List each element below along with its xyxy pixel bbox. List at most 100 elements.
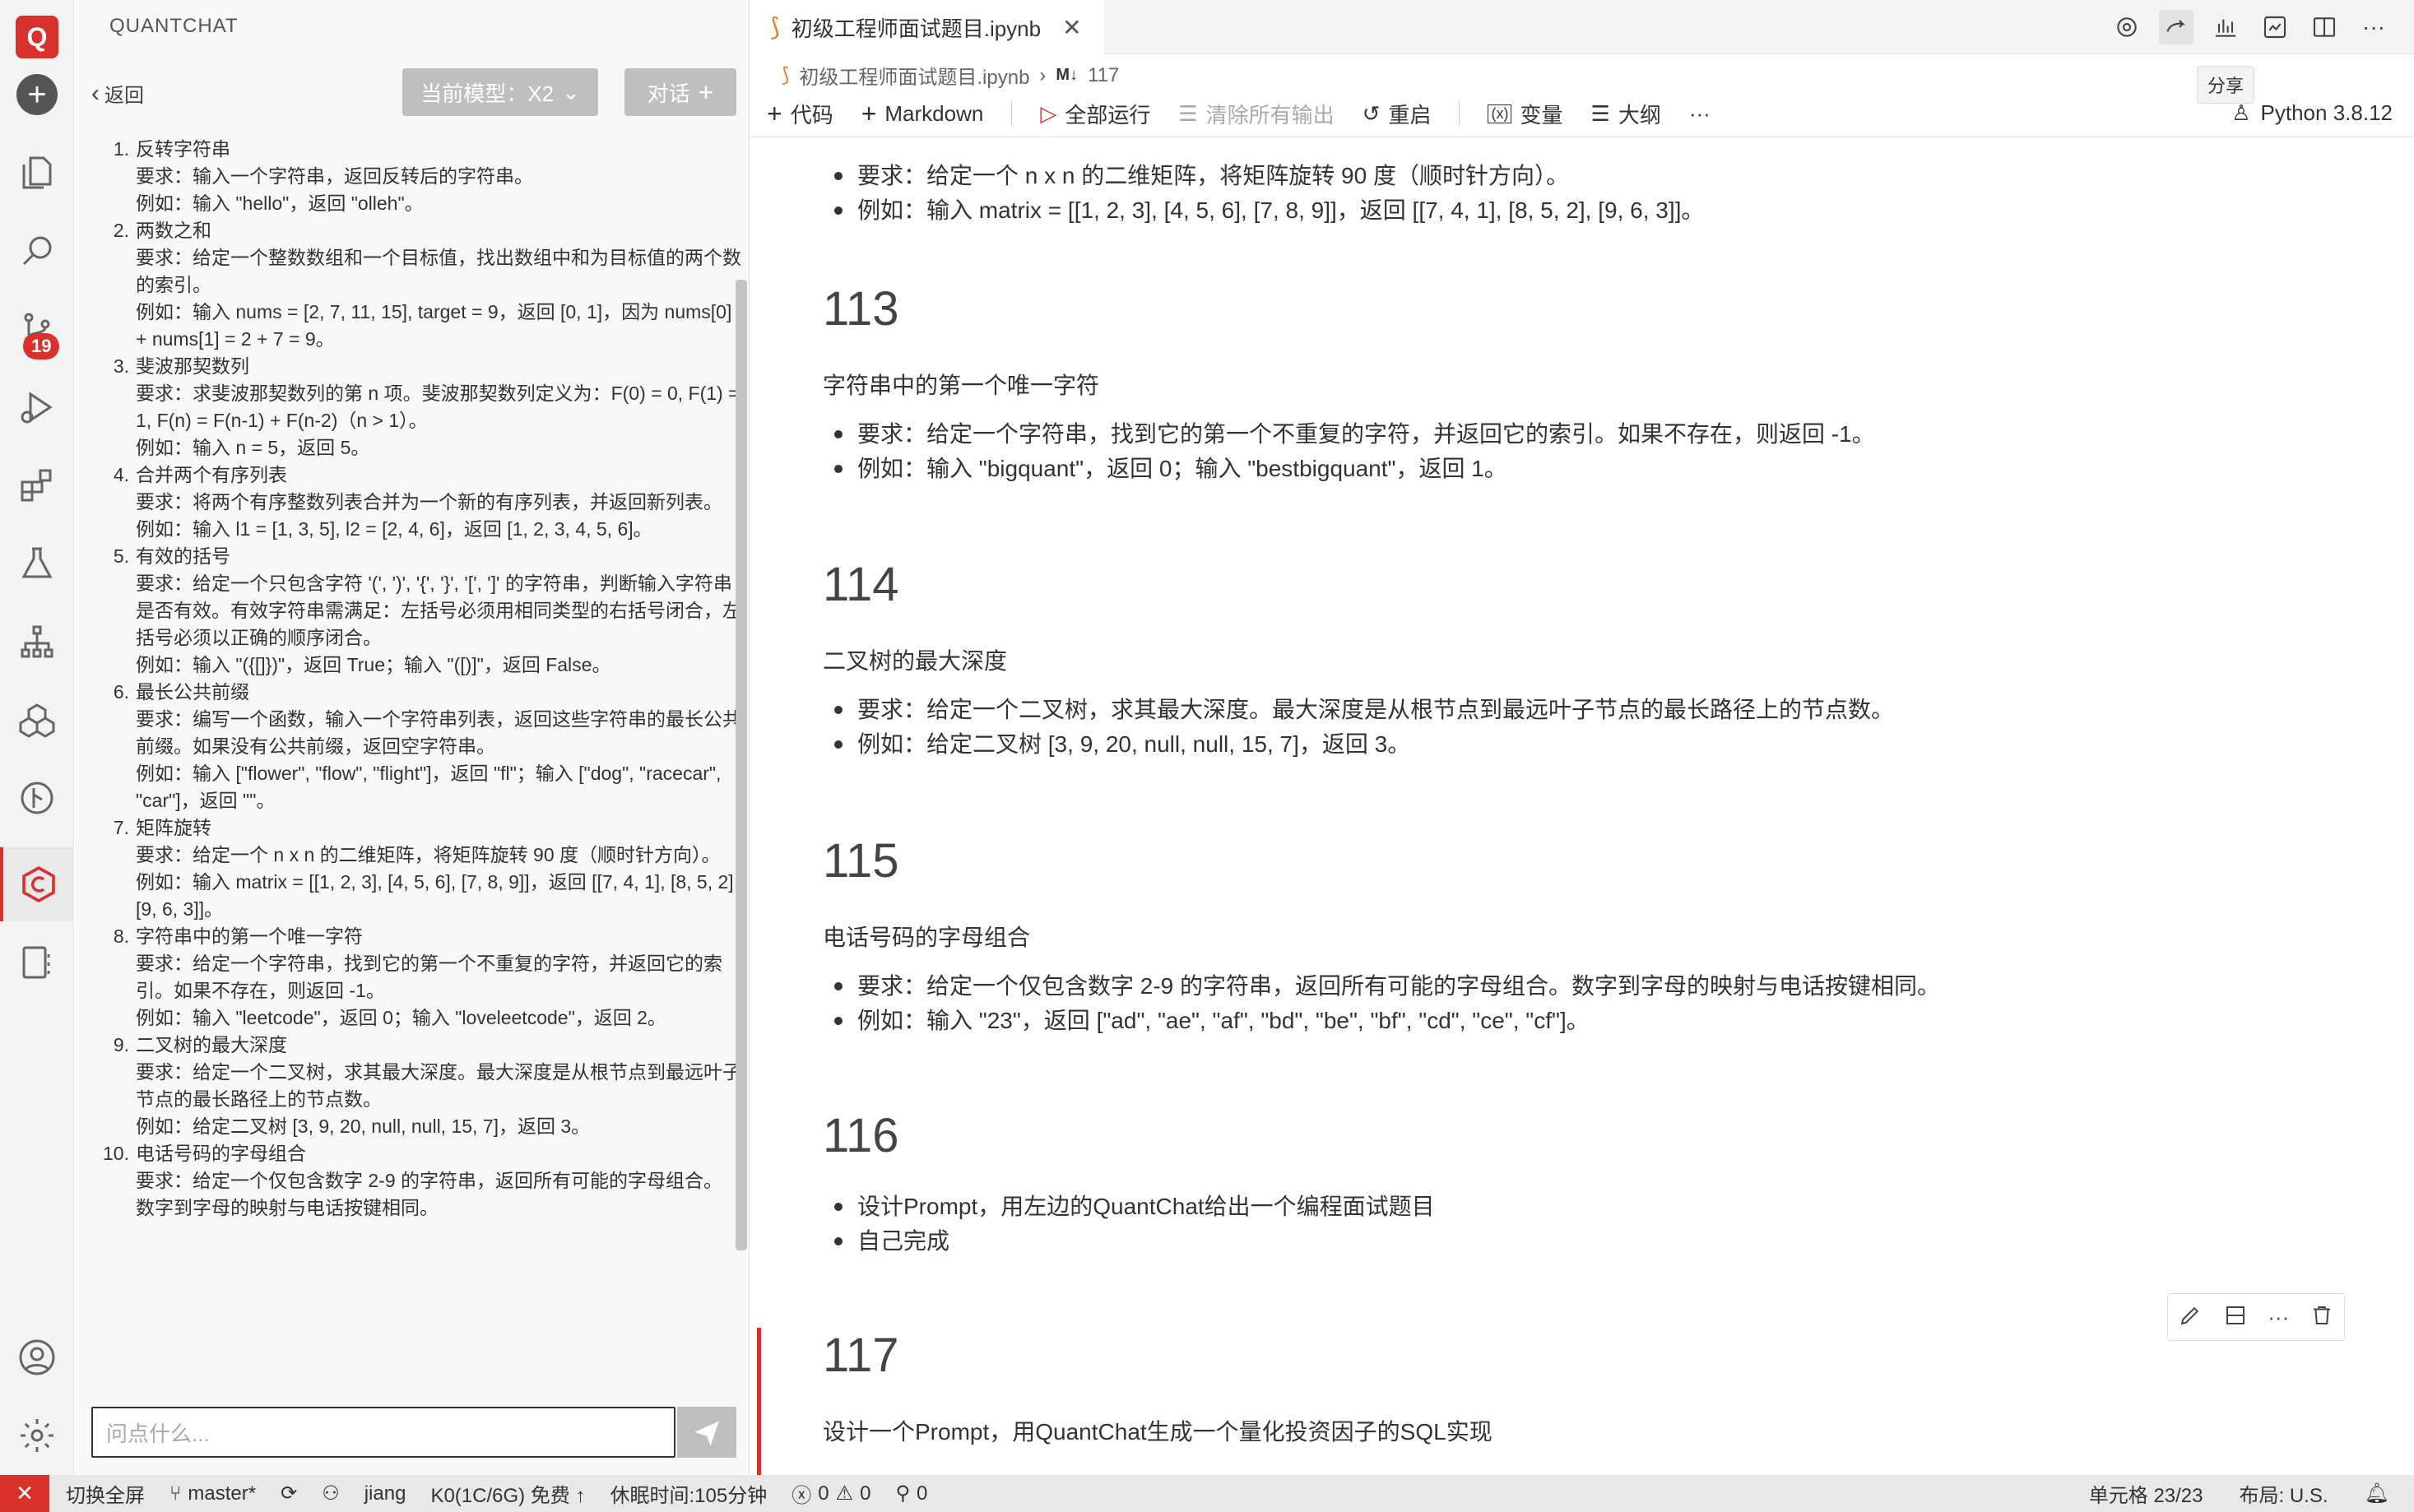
run-all-button[interactable]: ▷ 全部运行 — [1040, 99, 1150, 129]
ports-indicator[interactable]: ⚲ 0 — [895, 1482, 927, 1505]
warning-count: 0 — [860, 1482, 871, 1505]
markdown-cell-113[interactable]: 113 字符串中的第一个唯一字符 要求：给定一个字符串，找到它的第一个不重复的字… — [823, 281, 2304, 486]
more-icon[interactable]: ··· — [2356, 10, 2391, 44]
cell-heading: 116 — [823, 1109, 899, 1162]
extensions-button[interactable] — [0, 448, 74, 522]
bullet-item: 要求：给定一个 n x n 的二维矩阵，将矩阵旋转 90 度（顺时针方向）。 — [823, 159, 2304, 193]
chart-icon[interactable] — [2208, 10, 2243, 44]
search-icon — [22, 236, 52, 266]
markdown-cell-112[interactable]: 要求：给定一个 n x n 的二维矩阵，将矩阵旋转 90 度（顺时针方向）。 例如… — [823, 159, 2304, 228]
tab-notebook[interactable]: ⟆ 初级工程师面试题目.ipynb ✕ — [750, 0, 1104, 54]
more-icon: ··· — [1688, 100, 1711, 126]
markdown-cell-117[interactable]: 117 设计一个Prompt，用QuantChat生成一个量化投资因子的SQL实… — [823, 1328, 2304, 1447]
new-dialog-button[interactable]: 对话 + — [624, 68, 736, 116]
chat-scrollbar[interactable] — [736, 280, 747, 1250]
settings-button[interactable] — [0, 1398, 74, 1473]
error-count: 0 — [818, 1482, 829, 1505]
run-debug-button[interactable] — [0, 370, 74, 444]
kernel-picker[interactable]: ♙ Python 3.8.12 — [2231, 100, 2393, 126]
explorer-button[interactable] — [0, 136, 74, 210]
problems-indicator[interactable]: ⓧ 0 ⚠ 0 — [792, 1479, 870, 1508]
testing-button[interactable] — [0, 526, 74, 601]
restart-button[interactable]: ↺ 重启 — [1363, 99, 1432, 129]
close-icon[interactable]: ✕ — [1062, 14, 1081, 41]
user-indicator[interactable]: ⚇ jiang — [322, 1482, 406, 1505]
markdown-cell-116[interactable]: 116 设计Prompt，用左边的QuantChat给出一个编程面试题目 自己完成 — [823, 1108, 2304, 1259]
breadcrumb-cell[interactable]: 117 — [1088, 64, 1119, 87]
new-item-button[interactable]: + — [0, 58, 74, 132]
chat-input[interactable]: 问点什么... — [91, 1407, 675, 1458]
question-detail: 要求：给定一个字符串，找到它的第一个不重复的字符，并返回它的索引。如果不存在，则… — [136, 953, 722, 1001]
sync-button[interactable]: ⟳ — [281, 1482, 297, 1505]
source-control-button[interactable]: 19 — [0, 292, 74, 366]
question-detail: 例如：输入 "hello"，返回 "olleh"。 — [136, 192, 424, 214]
question-title: 反转字符串 — [136, 138, 230, 160]
variables-button[interactable]: (x) 变量 — [1488, 99, 1563, 129]
variables-label: 变量 — [1520, 102, 1563, 128]
resource-indicator[interactable]: K0(1C/6G) 免费 ↑ — [430, 1479, 585, 1508]
trash-icon[interactable] — [2310, 1303, 2334, 1332]
notebook-toolbar: + 代码 + Markdown ▷ 全部运行 ☰ 清除所有输出 ↺ 重启 (x)… — [767, 97, 1711, 130]
question-title: 矩阵旋转 — [136, 817, 211, 838]
bullet-list: 要求：给定一个字符串，找到它的第一个不重复的字符，并返回它的索引。如果不存在，则… — [823, 417, 2304, 486]
plus-icon: + — [698, 77, 714, 107]
chat-list-item: 9. 二叉树的最大深度 要求：给定一个二叉树，求其最大深度。最大深度是从根节点到最远… — [100, 1032, 741, 1140]
add-code-label: 代码 — [790, 102, 833, 128]
settings-gear-icon[interactable] — [2110, 10, 2144, 44]
list-number: 8. — [113, 925, 129, 947]
list-number: 6. — [113, 681, 129, 703]
status-right: 单元格 23/23 布局: U.S. 🔔︎ — [2089, 1479, 2414, 1508]
jupyter-icon: ⟆ — [770, 13, 780, 41]
remote-icon: ✕ — [16, 1481, 34, 1505]
branch-icon: ⑂ — [169, 1482, 182, 1505]
question-detail: 例如：输入 matrix = [[1, 2, 3], [4, 5, 6], [7… — [136, 871, 740, 920]
notebook-button[interactable] — [0, 925, 74, 999]
outline-button[interactable]: ☰ 大纲 — [1591, 99, 1661, 129]
notebook-content: 要求：给定一个 n x n 的二维矩阵，将矩阵旋转 90 度（顺时针方向）。 例如… — [750, 137, 2414, 1475]
restart-icon: ↺ — [1362, 100, 1381, 126]
account-button[interactable] — [0, 1320, 74, 1394]
notebook-icon — [22, 946, 50, 979]
branch-indicator[interactable]: ⑂ master* — [169, 1482, 256, 1505]
send-button[interactable] — [677, 1407, 736, 1458]
more-icon[interactable]: ··· — [2268, 1305, 2289, 1330]
question-detail: 要求：将两个有序整数列表合并为一个新的有序列表，并返回新列表。 — [136, 491, 722, 513]
back-button[interactable]: ‹ 返回 — [91, 79, 144, 108]
share-icon[interactable] — [2159, 10, 2193, 44]
markdown-cell-114[interactable]: 114 二叉树的最大深度 要求：给定一个二叉树，求其最大深度。最大深度是从根节点… — [823, 557, 2304, 762]
add-code-button[interactable]: + 代码 — [767, 99, 833, 129]
git-graph-icon — [21, 782, 53, 814]
toolbar-more-button[interactable]: ··· — [1689, 101, 1711, 127]
add-markdown-button[interactable]: + Markdown — [861, 99, 984, 129]
share-tooltip: 分享 — [2197, 66, 2255, 104]
bullet-item: 例如：给定二叉树 [3, 9, 20, null, null, 15, 7]，返… — [823, 727, 2304, 762]
packages-button[interactable] — [0, 683, 74, 757]
clear-outputs-button[interactable]: ☰ 清除所有输出 — [1178, 99, 1334, 129]
markdown-cell-115[interactable]: 115 电话号码的字母组合 要求：给定一个仅包含数字 2-9 的字符串，返回所有… — [823, 833, 2304, 1038]
cell-paragraph: 字符串中的第一个唯一字符 — [823, 373, 1100, 398]
cell-position[interactable]: 单元格 23/23 — [2089, 1479, 2203, 1508]
model-label: 当前模型：X2 — [420, 81, 554, 106]
git-graph-button[interactable] — [0, 761, 74, 835]
search-button[interactable] — [0, 214, 74, 288]
hierarchy-icon — [21, 625, 53, 658]
model-select-button[interactable]: 当前模型：X2 ⌄ — [402, 68, 598, 116]
fullscreen-toggle[interactable]: 切换全屏 — [66, 1479, 145, 1508]
hierarchy-button[interactable] — [0, 605, 74, 679]
sleep-timer[interactable]: 休眠时间:105分钟 — [610, 1479, 767, 1508]
split-editor-icon[interactable] — [2307, 10, 2342, 44]
keyboard-layout[interactable]: 布局: U.S. — [2240, 1479, 2328, 1508]
quantchat-button[interactable] — [0, 847, 74, 921]
sleep-label: 休眠时间:105分钟 — [610, 1485, 768, 1507]
files-icon — [22, 156, 52, 189]
warning-icon: ⚠ — [835, 1482, 854, 1505]
question-detail: 要求：求斐波那契数列的第 n 项。斐波那契数列定义为：F(0) = 0, F(1… — [136, 383, 740, 431]
tab-label: 初级工程师面试题目.ipynb — [791, 16, 1042, 41]
remote-indicator[interactable]: ✕ — [0, 1475, 49, 1512]
chevron-down-icon: ⌄ — [562, 79, 580, 104]
notification-icon[interactable]: 🔔︎ — [2365, 1482, 2389, 1505]
broadcast-icon: ⚲ — [895, 1482, 911, 1505]
chevron-right-icon: › — [1039, 63, 1047, 86]
breadcrumb-file[interactable]: 初级工程师面试题目.ipynb — [799, 61, 1029, 90]
dashboard-icon[interactable] — [2258, 10, 2292, 44]
